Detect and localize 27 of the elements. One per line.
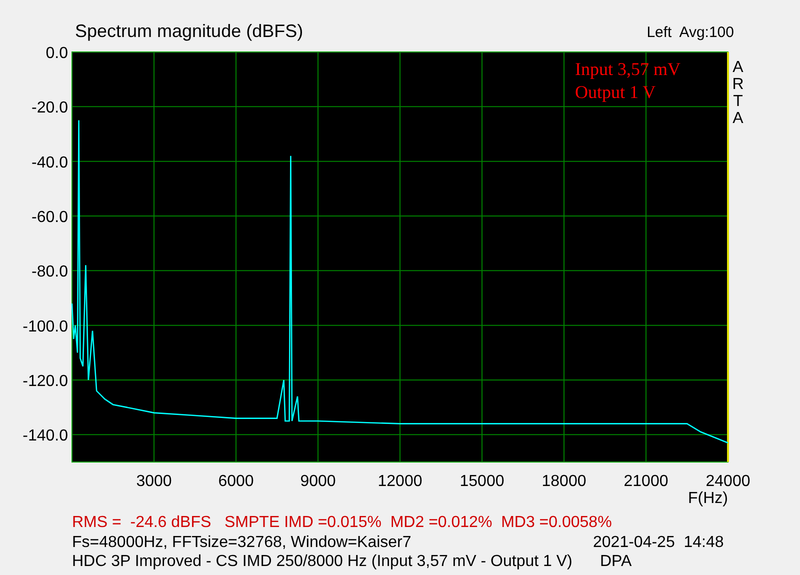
y-tick-label: -80.0 — [32, 264, 68, 281]
y-tick-label: -100.0 — [22, 318, 68, 336]
brand-label: ARTA — [732, 59, 744, 127]
x-tick-label: 9000 — [300, 473, 336, 490]
description-text: HDC 3P Improved - CS IMD 250/8000 Hz (Input 3,57 mV - Output 1 V) — [72, 552, 574, 572]
x-tick-label: 18000 — [542, 473, 586, 490]
channel-label: Left Avg:100 — [646, 24, 734, 42]
x-tick-label: 24000 — [706, 473, 750, 490]
x-tick-label: 15000 — [460, 473, 504, 490]
x-tick-label: 3000 — [136, 473, 172, 490]
x-tick-label: 6000 — [218, 473, 254, 490]
x-tick-label: 12000 — [378, 473, 422, 490]
note-text: Output 1 V — [575, 82, 656, 102]
note-text: Input 3,57 mV — [575, 59, 680, 79]
settings-text: Fs=48000Hz, FFTsize=32768, Window=Kaiser7 — [72, 532, 412, 552]
measurement-text: RMS = -24.6 dBFS SMPTE IMD =0.015% MD2 =0.012% MD3 =0.0058% — [72, 513, 612, 532]
chart-title: Spectrum magnitude (dBFS) — [75, 20, 304, 42]
y-tick-label: -120.0 — [22, 373, 68, 390]
tag-text: DPA — [600, 552, 632, 572]
y-tick-label: -140.0 — [22, 428, 68, 445]
y-tick-label: -20.0 — [32, 100, 68, 117]
y-tick-label: -60.0 — [32, 209, 68, 226]
timestamp-text: 2021-04-25 14:48 — [593, 532, 724, 552]
y-tick-label: -40.0 — [32, 154, 68, 172]
x-tick-label: 21000 — [624, 473, 668, 490]
x-axis-label: F(Hz) — [688, 490, 728, 507]
y-tick-label: 0.0 — [46, 45, 68, 62]
